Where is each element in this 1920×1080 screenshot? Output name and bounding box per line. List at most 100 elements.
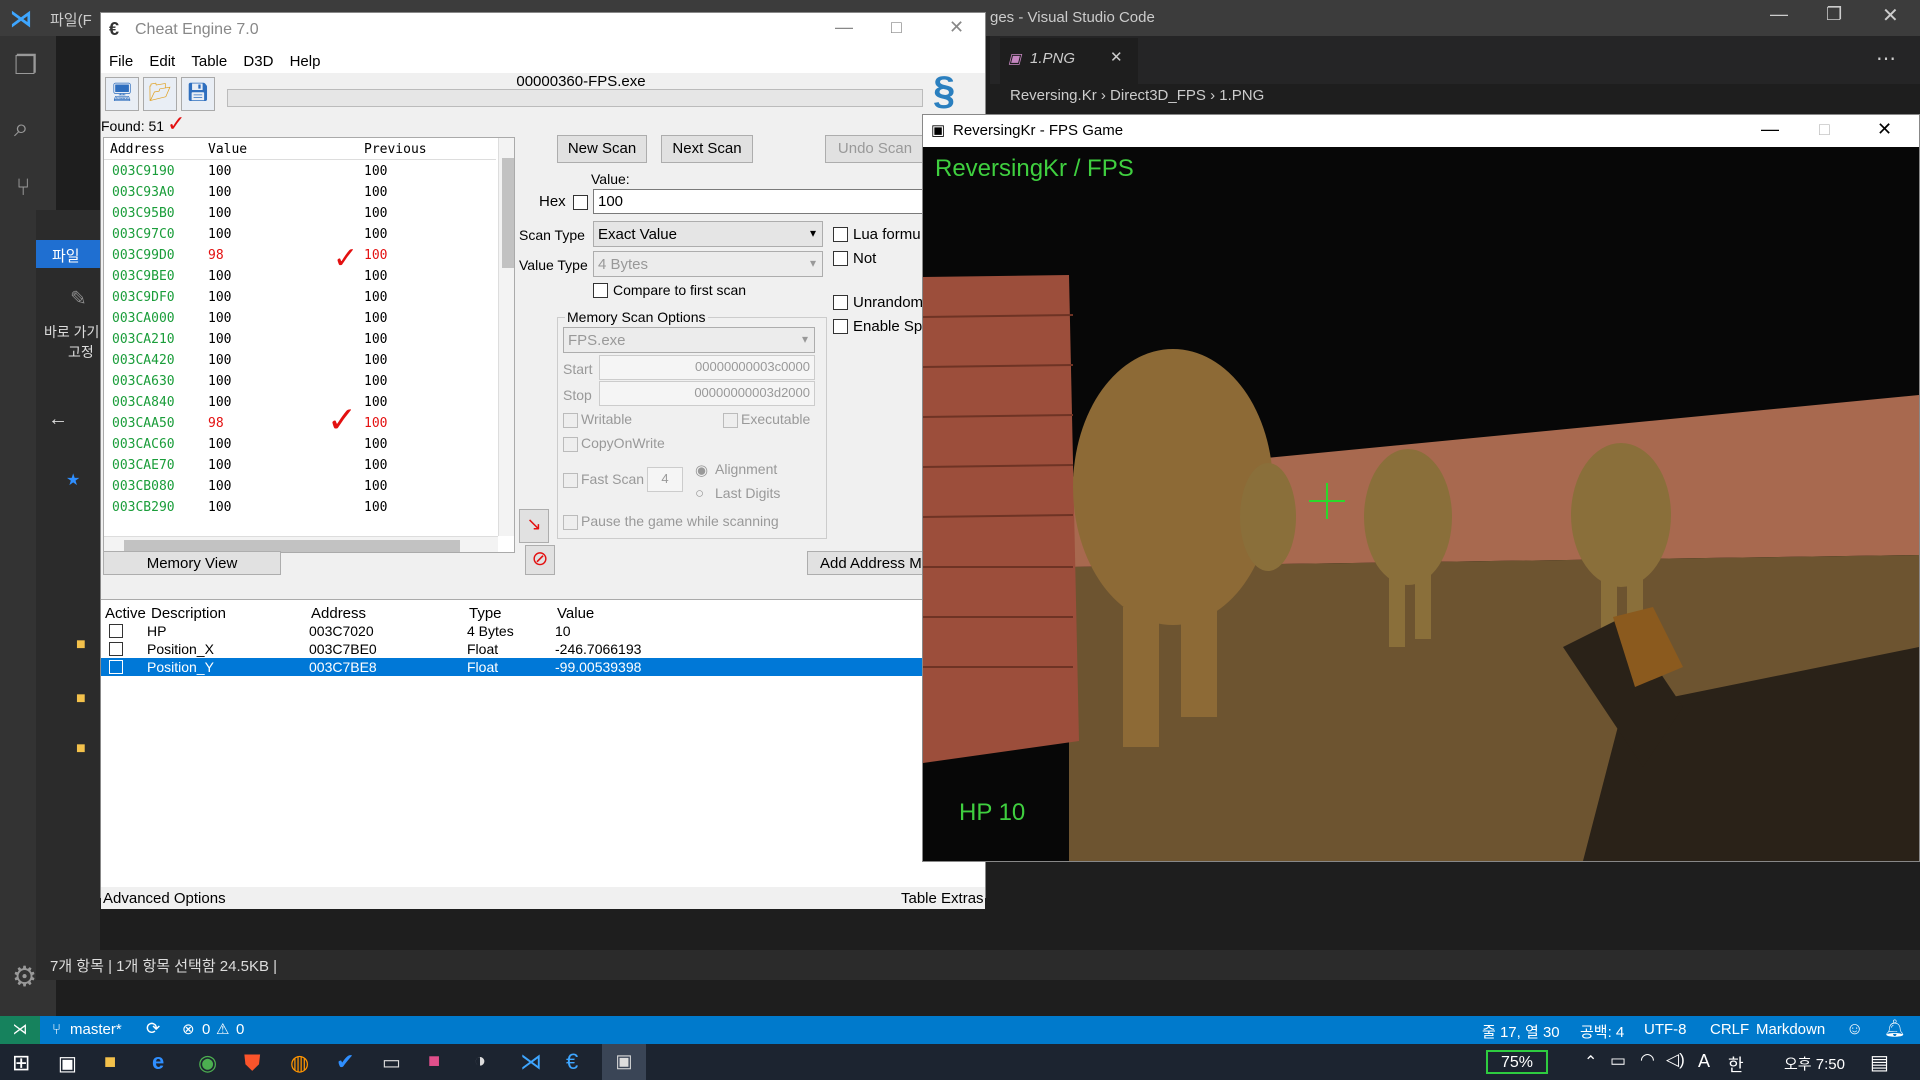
firefox-icon[interactable]: ◍: [290, 1050, 309, 1076]
volume-icon[interactable]: ◁): [1666, 1050, 1685, 1070]
table-row[interactable]: Position_X 003C7BE0 Float -246.7066193: [101, 640, 985, 658]
minimize-icon[interactable]: —: [835, 17, 853, 38]
speedhack-checkbox[interactable]: [833, 319, 848, 334]
add-to-table-arrow-button[interactable]: ↘: [519, 509, 549, 543]
list-item[interactable]: 003CA840 100 100: [104, 392, 496, 413]
source-control-icon[interactable]: ⑂: [16, 174, 30, 202]
copy-on-write-checkbox[interactable]: [563, 437, 578, 452]
search-icon[interactable]: ⌕: [14, 112, 29, 144]
close-icon[interactable]: ✕: [1877, 119, 1892, 140]
menu-edit[interactable]: Edit: [149, 53, 175, 70]
value-type-select[interactable]: 4 Bytes ▾: [593, 251, 823, 277]
list-item[interactable]: 003CB290 100 100: [104, 497, 496, 518]
not-checkbox[interactable]: [833, 251, 848, 266]
vscode-taskbar-icon[interactable]: ⋊: [520, 1049, 542, 1075]
fast-scan-value[interactable]: 4: [647, 467, 683, 492]
list-item[interactable]: 003CA000 100 100: [104, 308, 496, 329]
start-address-input[interactable]: 00000000003c0000: [599, 355, 815, 380]
feedback-icon[interactable]: ☺: [1846, 1019, 1863, 1039]
vscode-menu-file[interactable]: 파일(F: [50, 9, 92, 30]
eol[interactable]: CRLF: [1710, 1021, 1749, 1038]
list-item[interactable]: 003CAC60 100 100: [104, 434, 496, 455]
list-item[interactable]: 003CA210 100 100: [104, 329, 496, 350]
module-select[interactable]: FPS.exe ▾: [563, 327, 815, 353]
fps-game-taskbar-icon[interactable]: ▣: [602, 1044, 646, 1080]
cheat-engine-taskbar-icon[interactable]: €: [566, 1049, 578, 1075]
scan-results-list[interactable]: Address Value Previous 003C9190 100 100 003…: [103, 137, 515, 553]
fast-scan-checkbox[interactable]: [563, 473, 578, 488]
chrome-icon[interactable]: ◉: [198, 1050, 217, 1076]
col-address[interactable]: Address: [311, 605, 366, 622]
list-item[interactable]: 003C99D0 98 100: [104, 245, 496, 266]
alignment-radio[interactable]: ◉: [695, 461, 708, 479]
open-table-button[interactable]: 📂︎: [143, 77, 177, 111]
git-branch[interactable]: master*: [70, 1021, 122, 1038]
memory-view-button[interactable]: Memory View: [103, 551, 281, 575]
battery-icon[interactable]: ▭: [1610, 1051, 1626, 1071]
table-extras-link[interactable]: Table Extras: [901, 890, 984, 907]
warning-icon[interactable]: ⚠: [216, 1020, 229, 1038]
next-scan-button[interactable]: Next Scan: [661, 135, 753, 163]
list-item[interactable]: 003C9190 100 100: [104, 161, 496, 182]
tab-1-png[interactable]: ▣ 1.PNG ✕: [1000, 38, 1138, 84]
tab-close-icon[interactable]: ✕: [1110, 48, 1123, 66]
save-table-button[interactable]: 💾︎: [181, 77, 215, 111]
active-checkbox[interactable]: [109, 642, 123, 656]
minimize-icon[interactable]: —: [1770, 4, 1788, 25]
unrandomizer-checkbox[interactable]: [833, 295, 848, 310]
battery-percent[interactable]: 75%: [1486, 1050, 1548, 1074]
maximize-icon[interactable]: □: [1819, 119, 1830, 140]
active-checkbox[interactable]: [109, 660, 123, 674]
remote-icon[interactable]: ⋊: [0, 1016, 40, 1044]
close-icon[interactable]: ✕: [1882, 3, 1899, 28]
tray-chevron-icon[interactable]: ⌃: [1584, 1052, 1597, 1072]
game-viewport[interactable]: ReversingKr / FPS HP 10: [923, 147, 1919, 861]
table-row[interactable]: HP 003C7020 4 Bytes 10: [101, 622, 985, 640]
menu-d3d[interactable]: D3D: [243, 53, 273, 70]
input-mode[interactable]: A: [1698, 1051, 1710, 1072]
col-previous[interactable]: Previous: [364, 142, 427, 157]
notification-bell-icon[interactable]: 🔔︎: [1884, 1019, 1906, 1039]
stop-address-input[interactable]: 00000000003d2000: [599, 381, 815, 406]
sync-icon[interactable]: ⟳: [146, 1019, 160, 1039]
brave-icon[interactable]: ⛊: [244, 1050, 261, 1076]
undo-scan-button[interactable]: Undo Scan: [825, 135, 925, 163]
cursor-position[interactable]: 줄 17, 열 30: [1482, 1021, 1560, 1042]
close-icon[interactable]: ✕: [949, 17, 964, 38]
ime-hangul-icon[interactable]: 한: [1728, 1051, 1744, 1076]
col-value[interactable]: Value: [208, 142, 247, 157]
list-item[interactable]: 003CB080 100 100: [104, 476, 496, 497]
language-mode[interactable]: Markdown: [1756, 1021, 1825, 1038]
list-item[interactable]: 003CAA50 98 100: [104, 413, 496, 434]
writable-checkbox[interactable]: [563, 413, 578, 428]
more-actions-icon[interactable]: ⋯: [1876, 46, 1896, 71]
last-digits-radio[interactable]: ○: [695, 485, 704, 502]
col-active[interactable]: Active: [105, 605, 146, 622]
terminal-icon[interactable]: ▭: [382, 1050, 401, 1075]
jetbrains-icon[interactable]: ■: [428, 1050, 440, 1073]
lua-formula-checkbox[interactable]: [833, 227, 848, 242]
explorer-icon[interactable]: ❐: [14, 50, 37, 81]
col-description[interactable]: Description: [151, 605, 226, 622]
results-vertical-scrollbar[interactable]: [498, 138, 514, 536]
cheat-table[interactable]: Active Description Address Type Value HP…: [101, 599, 985, 889]
menu-help[interactable]: Help: [290, 53, 321, 70]
windows-start-icon[interactable]: ⊞: [12, 1050, 30, 1076]
back-arrow-icon[interactable]: ←: [48, 408, 68, 431]
hex-checkbox[interactable]: [573, 195, 588, 210]
scrollbar-thumb[interactable]: [502, 158, 514, 268]
breadcrumb-item[interactable]: Direct3D_FPS: [1110, 87, 1206, 104]
new-scan-button[interactable]: New Scan: [557, 135, 647, 163]
error-icon[interactable]: ⊗: [182, 1020, 195, 1038]
list-item[interactable]: 003C9BE0 100 100: [104, 266, 496, 287]
list-item[interactable]: 003C95B0 100 100: [104, 203, 496, 224]
select-process-button[interactable]: 🖥︎: [105, 77, 139, 111]
encoding[interactable]: UTF-8: [1644, 1021, 1687, 1038]
pause-game-checkbox[interactable]: [563, 515, 578, 530]
restore-icon[interactable]: ❐: [1826, 4, 1842, 25]
col-type[interactable]: Type: [469, 605, 502, 622]
minimize-icon[interactable]: —: [1761, 119, 1779, 140]
menu-table[interactable]: Table: [191, 53, 227, 70]
active-checkbox[interactable]: [109, 624, 123, 638]
advanced-options-link[interactable]: Advanced Options: [103, 890, 226, 907]
